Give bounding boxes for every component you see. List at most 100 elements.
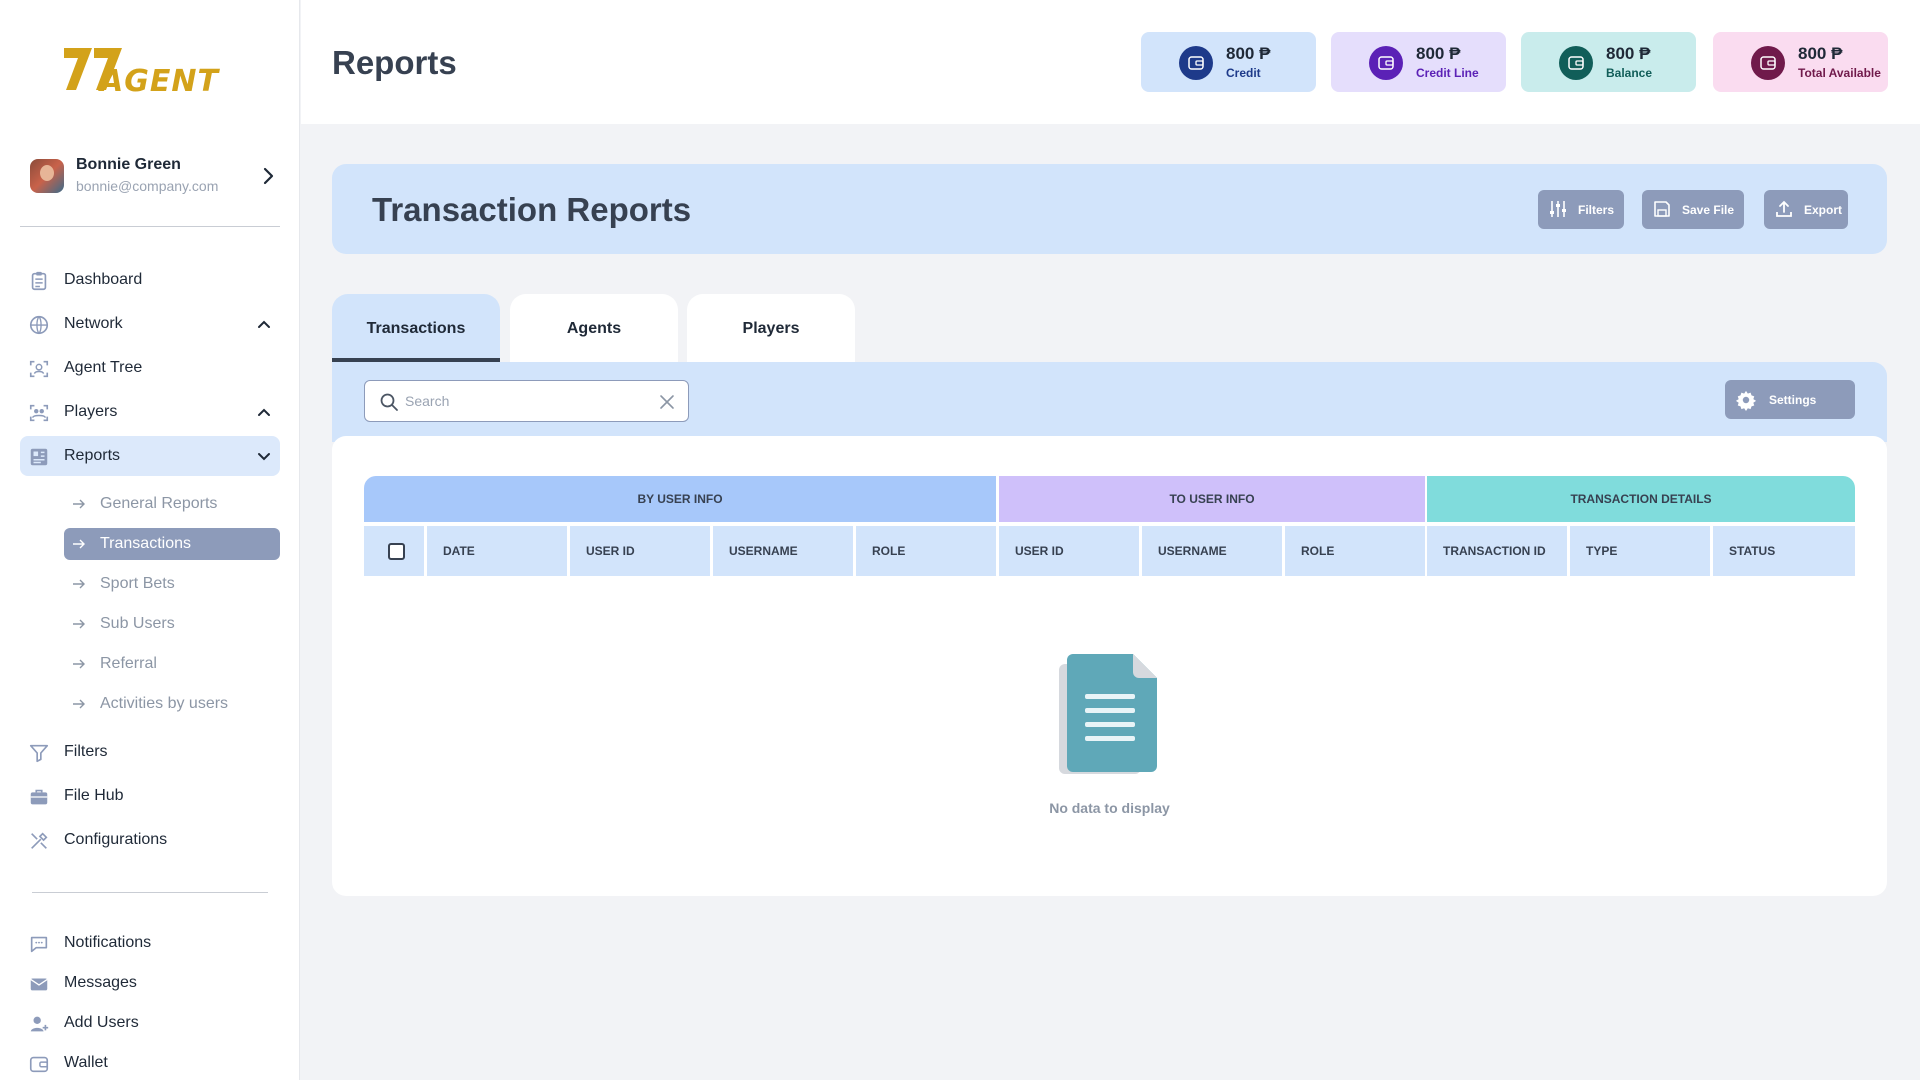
- column-group-header: TRANSACTION DETAILS: [1427, 476, 1855, 522]
- chevron-right-icon[interactable]: [256, 164, 280, 188]
- arrow-right-icon: [73, 499, 85, 509]
- column-header-label: ROLE: [872, 544, 906, 558]
- users-scan-icon: [29, 404, 49, 422]
- tab-label: Agents: [566, 320, 622, 337]
- chat-bubble-icon: [30, 936, 48, 953]
- column-header[interactable]: USERNAME: [1142, 526, 1282, 576]
- column-header[interactable]: ROLE: [856, 526, 996, 576]
- tab-players[interactable]: Players: [687, 294, 855, 362]
- gear-icon: [1735, 390, 1757, 411]
- stat-card-total-available: 800 ₱ Total Available: [1713, 32, 1888, 92]
- stat-caption: Credit Line: [1416, 66, 1479, 80]
- user-profile[interactable]: Bonnie Green bonnie@company.com: [30, 152, 280, 202]
- table-panel: BY USER INFO TO USER INFO TRANSACTION DETA…: [332, 436, 1887, 896]
- stat-caption: Total Available: [1798, 66, 1881, 80]
- report-header-card: Transaction Reports Filters Save File Ex…: [332, 164, 1887, 254]
- sidebar-subitem-sport-bets[interactable]: Sport Bets: [64, 568, 280, 600]
- sidebar-item-label: Players: [64, 403, 118, 420]
- select-all-checkbox[interactable]: [388, 543, 405, 560]
- sidebar-item-configurations[interactable]: Configurations: [20, 820, 280, 860]
- sidebar-item-messages[interactable]: Messages: [20, 963, 280, 1003]
- logo[interactable]: AGENT: [62, 42, 242, 99]
- envelope-icon: [30, 978, 48, 991]
- sidebar-item-label: Agent Tree: [64, 359, 143, 376]
- sidebar-item-label: Notifications: [64, 934, 152, 951]
- sidebar-subitem-transactions[interactable]: Transactions: [64, 528, 280, 560]
- sidebar-item-agent-tree[interactable]: Agent Tree: [20, 348, 280, 388]
- stat-value: 800 ₱: [1606, 44, 1651, 63]
- column-header[interactable]: USER ID: [999, 526, 1139, 576]
- column-header-label: TYPE: [1586, 544, 1618, 558]
- sidebar-item-label: Network: [64, 315, 123, 332]
- export-label: Export: [1804, 203, 1843, 217]
- column-group-header: TO USER INFO: [999, 476, 1425, 522]
- search-box[interactable]: [364, 380, 689, 422]
- sliders-icon: [1550, 201, 1566, 217]
- page-title: Reports: [332, 44, 457, 81]
- empty-state-text: No data to display: [1049, 800, 1170, 816]
- column-header[interactable]: USERNAME: [713, 526, 853, 576]
- table-toolbar: Settings: [332, 362, 1887, 442]
- sidebar-item-network[interactable]: Network: [20, 304, 280, 344]
- save-file-button[interactable]: Save File: [1642, 190, 1744, 229]
- sidebar-subitem-activities-by-users[interactable]: Activities by users: [64, 688, 280, 720]
- close-icon[interactable]: [658, 393, 676, 411]
- column-header-label: DATE: [443, 544, 475, 558]
- sidebar-item-file-hub[interactable]: File Hub: [20, 776, 280, 816]
- column-header[interactable]: STATUS: [1713, 526, 1855, 576]
- tab-transactions[interactable]: Transactions: [332, 294, 500, 362]
- column-header[interactable]: DATE: [427, 526, 567, 576]
- filter-icon: [29, 744, 49, 763]
- user-plus-icon: [30, 1016, 49, 1032]
- tab-label: Players: [742, 320, 800, 337]
- column-header-label: TRANSACTION ID: [1443, 544, 1546, 558]
- sidebar-subitem-label: Activities by users: [100, 695, 229, 712]
- arrow-right-icon: [73, 659, 85, 669]
- stat-value: 800 ₱: [1226, 44, 1271, 63]
- settings-button[interactable]: Settings: [1725, 380, 1855, 419]
- sidebar-item-label: File Hub: [64, 787, 124, 804]
- column-header-label: USER ID: [586, 544, 635, 558]
- export-button[interactable]: Export: [1764, 190, 1848, 229]
- globe-icon: [29, 315, 49, 335]
- sidebar-item-filters[interactable]: Filters: [20, 732, 280, 772]
- clipboard-icon: [31, 271, 47, 291]
- sidebar-item-notifications[interactable]: Notifications: [20, 923, 280, 963]
- column-header[interactable]: ROLE: [1285, 526, 1425, 576]
- arrow-right-icon: [73, 619, 85, 629]
- search-icon: [380, 393, 398, 411]
- sidebar-subitem-general-reports[interactable]: General Reports: [64, 488, 280, 520]
- chevron-down-icon[interactable]: [254, 446, 274, 466]
- stat-card-credit-line: 800 ₱ Credit Line: [1331, 32, 1506, 92]
- sidebar-subitem-label: Referral: [100, 655, 157, 672]
- tab-agents[interactable]: Agents: [510, 294, 678, 362]
- profile-email: bonnie@company.com: [76, 178, 219, 194]
- stat-value: 800 ₱: [1798, 44, 1843, 63]
- sidebar-item-dashboard[interactable]: Dashboard: [20, 260, 280, 300]
- column-header-label: USERNAME: [729, 544, 798, 558]
- sidebar-subitem-label: Sport Bets: [100, 575, 175, 592]
- sidebar-item-players[interactable]: Players: [20, 392, 280, 432]
- column-header[interactable]: USER ID: [570, 526, 710, 576]
- column-header-label: STATUS: [1729, 544, 1776, 558]
- column-header-label: USER ID: [1015, 544, 1064, 558]
- sidebar-subitem-referral[interactable]: Referral: [64, 648, 280, 680]
- sidebar-divider: [20, 226, 280, 227]
- sidebar-item-wallet[interactable]: Wallet: [20, 1043, 280, 1080]
- arrow-right-icon: [73, 579, 85, 589]
- sidebar-subitem-sub-users[interactable]: Sub Users: [64, 608, 280, 640]
- sidebar-subitem-label: General Reports: [100, 495, 218, 512]
- column-header[interactable]: TYPE: [1570, 526, 1710, 576]
- chevron-up-icon[interactable]: [254, 314, 274, 334]
- search-input[interactable]: [405, 389, 645, 413]
- stat-card-balance: 800 ₱ Balance: [1521, 32, 1696, 92]
- chevron-up-icon[interactable]: [254, 402, 274, 422]
- sidebar-item-label: Configurations: [64, 831, 168, 848]
- column-header-label: ROLE: [1301, 544, 1335, 558]
- sidebar-item-reports[interactable]: Reports: [20, 436, 280, 476]
- sidebar-subitem-label: Sub Users: [100, 615, 175, 632]
- logo-text: AGENT: [100, 64, 219, 99]
- sidebar-item-add-users[interactable]: Add Users: [20, 1003, 280, 1043]
- filters-button[interactable]: Filters: [1538, 190, 1624, 229]
- column-header[interactable]: TRANSACTION ID: [1427, 526, 1567, 576]
